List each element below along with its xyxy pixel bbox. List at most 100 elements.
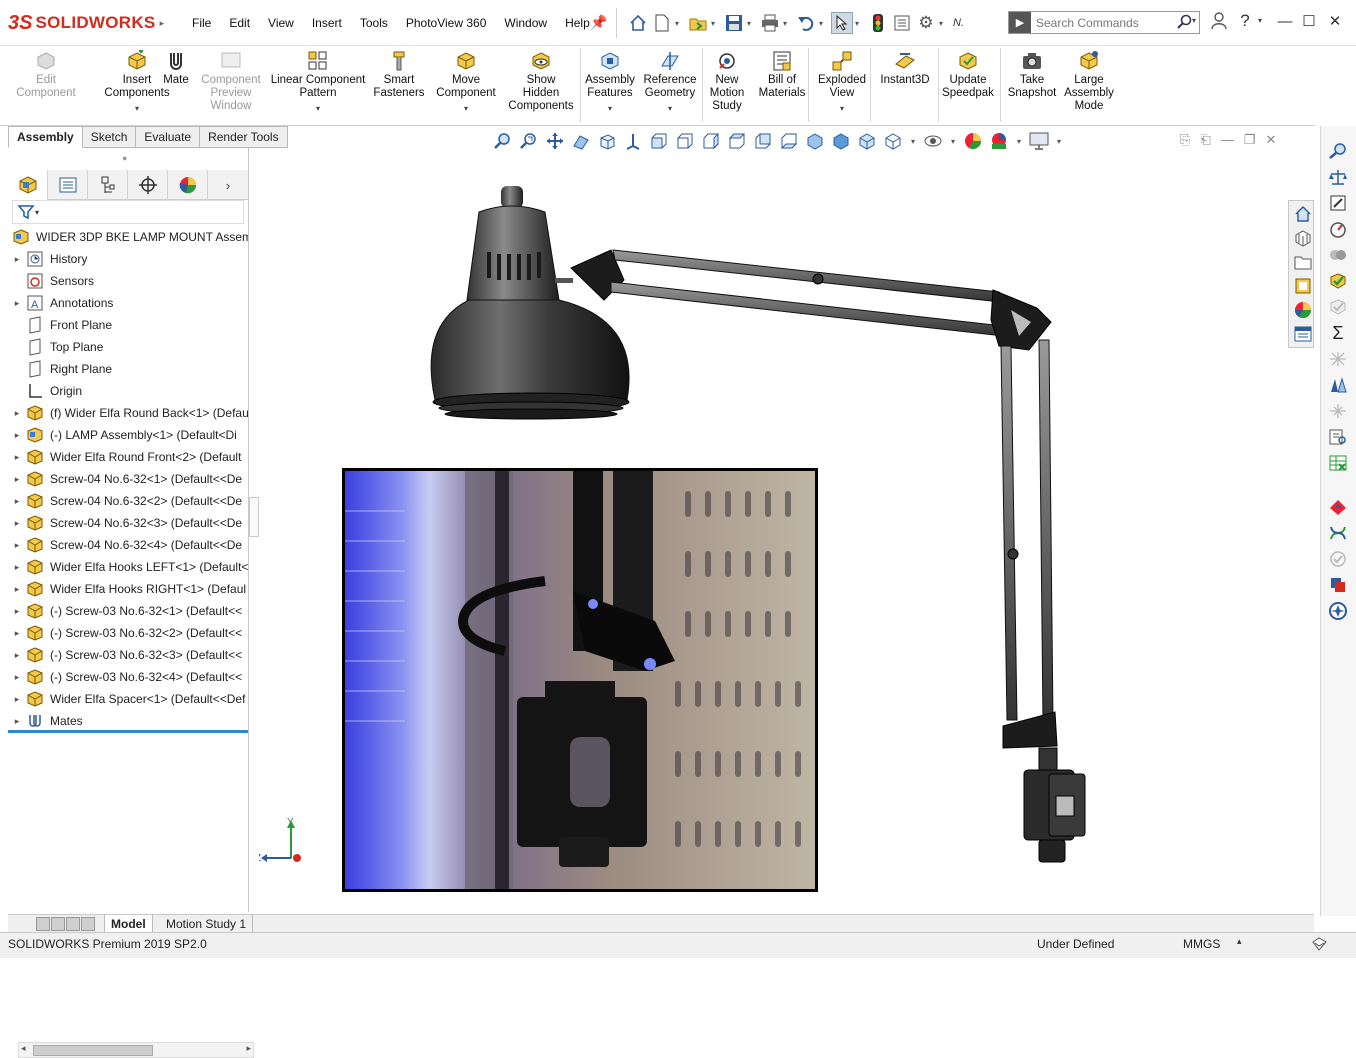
filter-dropdown-icon[interactable]: ▾ [35,208,39,217]
tree-item[interactable]: ▸ Mates [8,710,248,732]
mass-properties-icon[interactable] [1325,166,1351,188]
palette-3d-icon[interactable] [1290,227,1316,249]
palette-custom-properties-icon[interactable] [1290,323,1316,345]
expand-arrow-icon[interactable]: ▸ [8,716,26,727]
lamp-head[interactable] [430,186,630,420]
solidworks-logo[interactable]: 3S SOLIDWORKS ▸ [8,8,164,38]
move-component-dropdown-icon[interactable]: ▾ [464,102,468,115]
collapse-panel-icon[interactable]: ⎘ [1180,132,1190,148]
customize-status-icon[interactable] [1310,936,1328,955]
print-icon[interactable] [759,12,781,34]
menu-photoview-360[interactable]: PhotoView 360 [397,14,496,32]
view-orientation-icon[interactable] [622,131,644,151]
tree-item[interactable]: ▸ Screw-04 No.6-32<4> (Default<<De [8,534,248,556]
horizontal-scrollbar[interactable]: ◂ ▸ [18,1042,254,1058]
search-commands-input[interactable]: Search Commands [1036,16,1139,30]
dimetric-icon[interactable] [856,131,878,151]
toolbox-icon[interactable] [1325,496,1351,518]
viewport-close-icon[interactable]: ✕ [1265,132,1276,148]
tab-motion-study-1[interactable]: Motion Study 1 [160,915,254,933]
trimetric-icon[interactable] [830,131,852,151]
performance-evaluation-icon[interactable] [1325,218,1351,240]
palette-home-icon[interactable] [1290,203,1316,225]
panel-handle-icon[interactable]: ● [122,153,127,163]
rollback-bar[interactable] [8,730,248,733]
view-bottom-icon[interactable] [778,131,800,151]
view-top-icon[interactable] [752,131,774,151]
tree-item[interactable]: ▸ (-) LAMP Assembly<1> (Default<Di [8,424,248,446]
compare-documents-icon[interactable] [1325,426,1351,448]
tree-item[interactable]: ▸ Screw-04 No.6-32<1> (Default<<De [8,468,248,490]
expand-arrow-icon[interactable]: ▸ [8,606,26,617]
solidworks-resources-icon[interactable] [1325,140,1351,162]
expand-arrow-icon[interactable]: ▸ [8,628,26,639]
menu-view[interactable]: View [259,14,303,32]
select-icon[interactable] [831,12,853,34]
rebuild-icon[interactable] [867,12,889,34]
status-units[interactable]: MMGS [1183,937,1220,951]
sum-icon[interactable]: Σ [1325,322,1351,344]
first-tab-icon[interactable] [36,917,50,931]
tree-item[interactable]: ▸ (-) Screw-03 No.6-32<4> (Default<< [8,666,248,688]
edit-component-button[interactable]: Edit Component [10,50,82,100]
save-icon[interactable] [723,12,745,34]
view-right-icon[interactable] [726,131,748,151]
mate-button[interactable]: Mate [158,50,194,87]
tree-item[interactable]: Right Plane [8,358,248,380]
update-speedpak-button[interactable]: Update Speedpak [938,50,998,100]
expand-arrow-icon[interactable]: ▸ [8,650,26,661]
tab-model[interactable]: Model [104,915,153,933]
zoom-to-area-icon[interactable] [518,131,540,151]
take-snapshot-button[interactable]: Take Snapshot [1006,50,1058,100]
next-tab-icon[interactable] [66,917,80,931]
collision-detection-icon[interactable] [1325,348,1351,370]
lamp-mount-clamp[interactable] [1023,747,1086,863]
tree-item[interactable]: ▸ Wider Elfa Hooks LEFT<1> (Default< [8,556,248,578]
tree-item[interactable]: ▸ A Annotations [8,292,248,314]
search-scope-icon[interactable]: ▶ [1009,12,1031,33]
view-settings-icon[interactable] [1028,131,1050,151]
hide-show-items-icon[interactable] [922,131,944,151]
assembly-features-button[interactable]: Assembly Features ▾ [582,50,638,115]
check-disabled-icon[interactable] [1325,296,1351,318]
print-dropdown-icon[interactable]: ▾ [783,19,793,28]
assembly-features-dropdown-icon[interactable]: ▾ [608,102,612,115]
zoom-to-fit-icon[interactable] [492,131,514,151]
dimxpert-tab-icon[interactable] [128,170,168,200]
tree-item[interactable]: Origin [8,380,248,402]
show-hidden-button[interactable]: Show Hidden Components [504,50,578,113]
hide-show-dropdown-icon[interactable]: ▾ [948,131,958,151]
tab-evaluate[interactable]: Evaluate [136,126,201,148]
palette-folder-icon[interactable] [1290,251,1316,273]
display-manager-tab-icon[interactable] [168,170,208,200]
expand-arrow-icon[interactable]: ▸ [8,430,26,441]
expand-panel-icon[interactable]: ⎗ [1200,132,1210,148]
layers-icon[interactable] [1325,574,1351,596]
tree-item[interactable]: ▸ Wider Elfa Spacer<1> (Default<<Def [8,688,248,710]
expand-arrow-icon[interactable]: ▸ [8,254,26,265]
expand-arrow-icon[interactable]: ▸ [8,408,26,419]
expand-arrow-icon[interactable]: ▸ [8,518,26,529]
new-document-icon[interactable] [651,12,673,34]
property-manager-tab-icon[interactable] [48,170,88,200]
excel-table-icon[interactable] [1325,452,1351,474]
last-tab-icon[interactable] [81,917,95,931]
user-icon[interactable] [1208,10,1230,32]
panel-resize-handle[interactable] [249,497,259,537]
display-style-icon[interactable] [882,131,904,151]
isometric-icon[interactable] [804,131,826,151]
dynamic-annotation-icon[interactable] [596,131,618,151]
options-icon[interactable]: ⚙ [915,12,937,34]
tree-item[interactable]: Front Plane [8,314,248,336]
viewport-restore-icon[interactable]: ❐ [1244,132,1256,148]
menu-edit[interactable]: Edit [220,14,259,32]
view-front-icon[interactable] [648,131,670,151]
tree-item[interactable]: ▸ History [8,248,248,270]
expand-arrow-icon[interactable]: ▸ [8,672,26,683]
expand-arrow-icon[interactable]: ▸ [8,562,26,573]
feature-manager-tab-icon[interactable] [8,170,48,200]
expand-arrow-icon[interactable]: ▸ [8,474,26,485]
view-back-icon[interactable] [674,131,696,151]
section-view-icon[interactable] [570,131,592,151]
exploded-view-dropdown-icon[interactable]: ▾ [840,102,844,115]
